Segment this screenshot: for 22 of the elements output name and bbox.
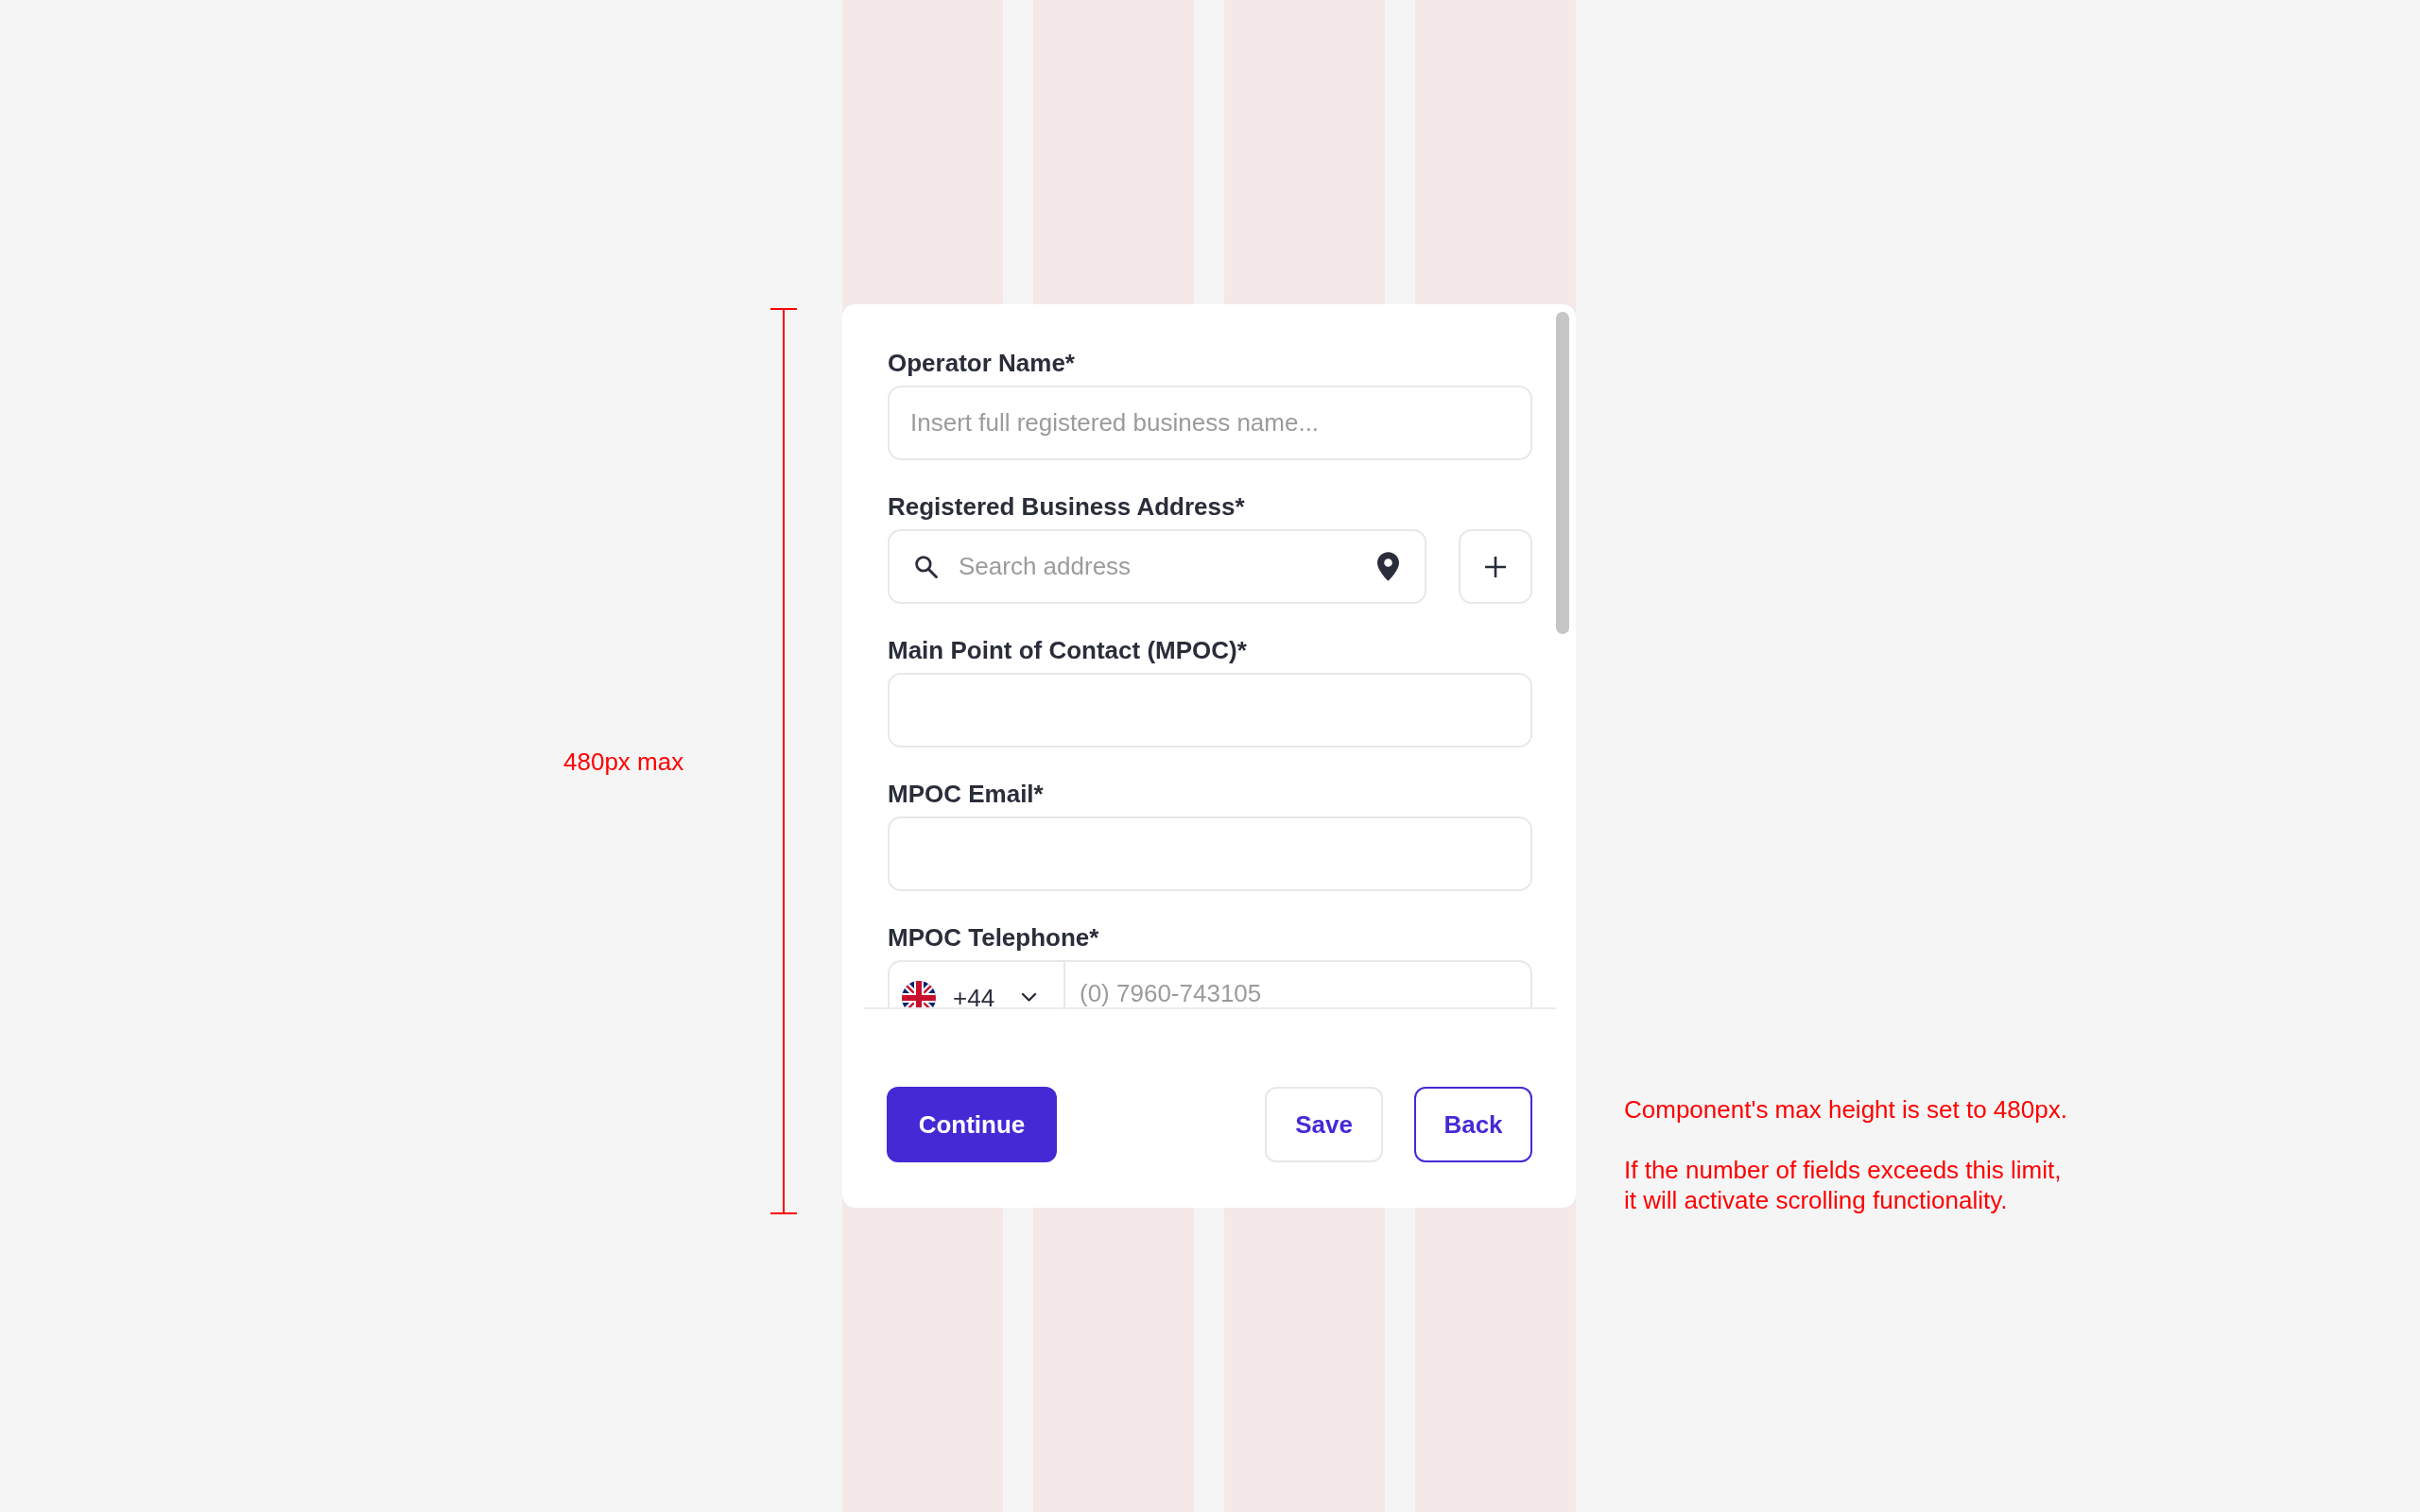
annotation-text: If the number of fields exceeds this limit, it will activate scrolling functionality.: [1624, 1155, 2063, 1215]
field-label: Registered Business Address*: [888, 491, 1246, 522]
outline-button[interactable]: Back: [1414, 1087, 1532, 1162]
country-code-dropdown[interactable]: +44: [888, 960, 1065, 1007]
flag-icon: [902, 981, 936, 1007]
search-icon: [914, 555, 938, 578]
field-label: Operator Name*: [888, 348, 1076, 378]
scrollbar-thumb[interactable]: [1556, 312, 1569, 634]
address-search-field[interactable]: Search address: [888, 529, 1426, 604]
primary-button[interactable]: Continue: [887, 1087, 1057, 1162]
annotation-text: Component's max height is set to 480px.: [1624, 1094, 2067, 1125]
add-button[interactable]: [1459, 529, 1532, 604]
phone-input[interactable]: (0) 7960-743105: [1065, 960, 1532, 1007]
secondary-button[interactable]: Save: [1265, 1087, 1383, 1162]
chevron-down-icon: [1021, 992, 1038, 1003]
map-pin-icon: [1377, 552, 1399, 581]
text-input[interactable]: Insert full registered business name...: [888, 386, 1532, 460]
field-label: MPOC Telephone*: [888, 922, 1100, 953]
field-label: MPOC Email*: [888, 779, 1045, 809]
dimension-label: 480px max: [563, 747, 684, 776]
plus-icon: [1485, 556, 1506, 577]
field-label: Main Point of Contact (MPOC)*: [888, 635, 1248, 665]
